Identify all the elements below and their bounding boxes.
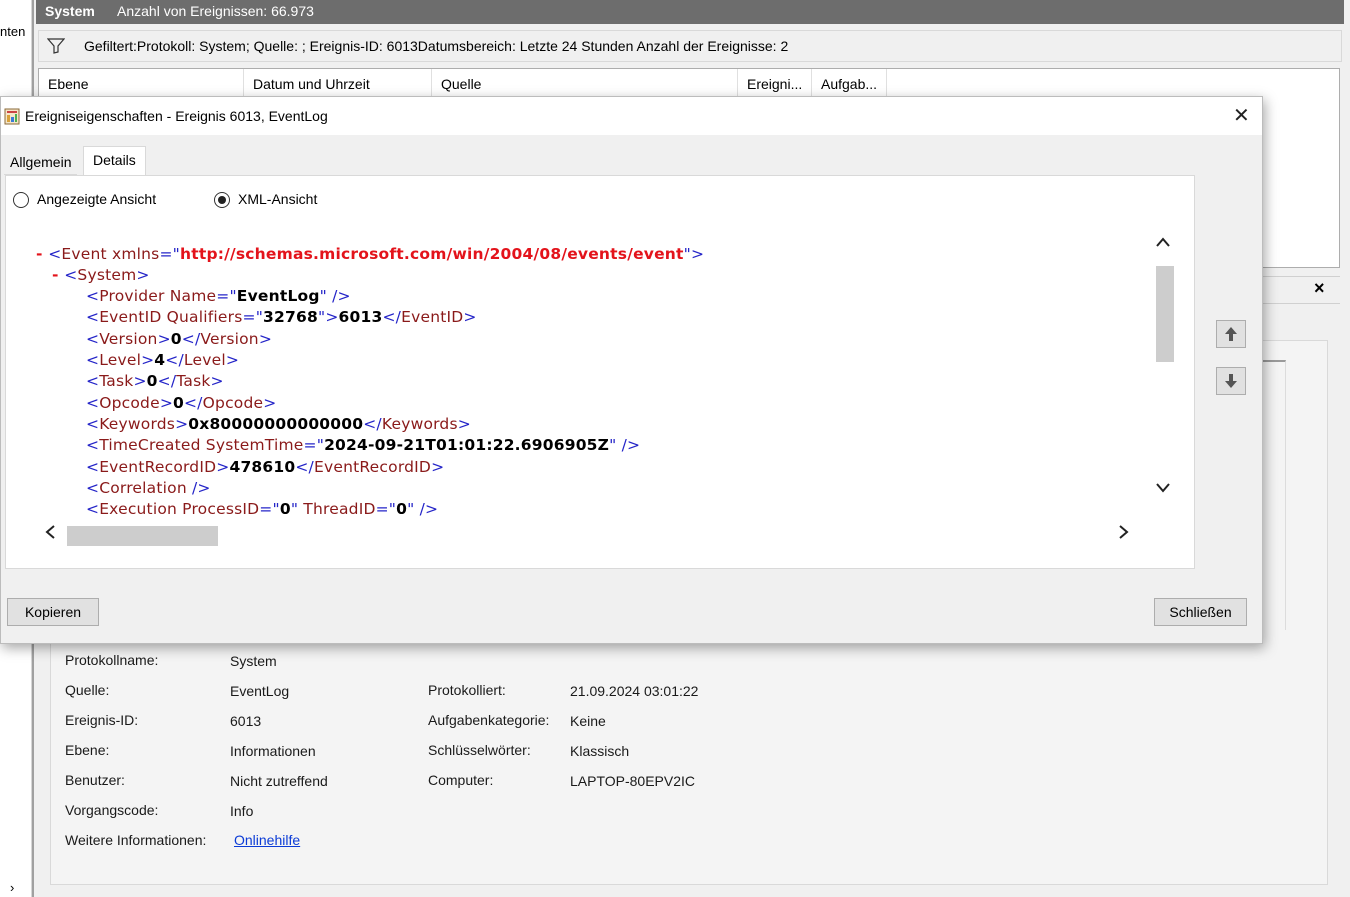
details-tab-panel: Angezeigte Ansicht XML-Ansicht - <Event …	[5, 175, 1195, 569]
online-help-link[interactable]: Onlinehilfe	[234, 832, 300, 848]
column-header-level[interactable]: Ebene	[39, 69, 244, 99]
filter-description: Gefiltert:Protokoll: System; Quelle: ; E…	[84, 38, 789, 54]
xml-line-level: <Level>4</Level>	[86, 351, 240, 369]
tab-general[interactable]: Allgemein	[4, 149, 78, 175]
label-user: Benutzer:	[65, 772, 125, 788]
xml-line-timecreated: <TimeCreated SystemTime="2024-09-21T01:0…	[86, 436, 641, 454]
event-properties-dialog: Ereigniseigenschaften - Ereignis 6013, E…	[0, 96, 1263, 644]
close-icon[interactable]: ✕	[1233, 106, 1250, 126]
column-header-task[interactable]: Aufgab...	[812, 69, 887, 99]
value-keywords: Klassisch	[570, 743, 630, 759]
label-log-name: Protokollname:	[65, 652, 159, 668]
xml-line-keywords: <Keywords>0x80000000000000</Keywords>	[86, 415, 471, 433]
details-description-box	[1262, 360, 1286, 630]
label-opcode: Vorgangscode:	[65, 802, 159, 818]
xml-event-namespace: http://schemas.microsoft.com/win/2004/08…	[179, 245, 684, 263]
label-more-info: Weitere Informationen:	[65, 832, 207, 848]
navigation-item-label[interactable]: nten	[0, 24, 25, 39]
label-keywords: Schlüsselwörter:	[428, 742, 531, 758]
xml-line-opcode: <Opcode>0</Opcode>	[86, 394, 277, 412]
horizontal-scroll-thumb[interactable]	[67, 526, 218, 546]
copy-button[interactable]: Kopieren	[7, 598, 99, 626]
label-logged: Protokolliert:	[428, 682, 506, 698]
log-header-bar: System Anzahl von Ereignissen: 66.973	[36, 0, 1344, 24]
next-event-button[interactable]	[1216, 367, 1246, 395]
value-logged: 21.09.2024 03:01:22	[570, 683, 699, 699]
close-icon[interactable]: ×	[1314, 278, 1325, 299]
label-task-category: Aufgabenkategorie:	[428, 712, 550, 728]
column-header-event-id[interactable]: Ereigni...	[738, 69, 812, 99]
xml-line-task: <Task>0</Task>	[86, 372, 224, 390]
vertical-scroll-thumb[interactable]	[1156, 266, 1174, 362]
xml-line-system: - <System>	[52, 266, 150, 284]
collapse-marker[interactable]: -	[52, 266, 64, 284]
column-header-date[interactable]: Datum und Uhrzeit	[244, 69, 432, 99]
filter-icon	[47, 38, 65, 54]
xml-line-version: <Version>0</Version>	[86, 330, 272, 348]
value-log-name: System	[230, 653, 277, 669]
collapse-marker[interactable]: -	[36, 245, 48, 263]
scroll-up-icon[interactable]	[1155, 236, 1171, 248]
value-source: EventLog	[230, 683, 290, 699]
event-count: Anzahl von Ereignissen: 66.973	[117, 3, 314, 19]
xml-view-radio[interactable]	[214, 192, 230, 208]
value-computer: LAPTOP-80EPV2IC	[570, 773, 696, 789]
tab-details[interactable]: Details	[83, 146, 146, 176]
dialog-title: Ereigniseigenschaften - Ereignis 6013, E…	[25, 108, 328, 124]
log-name: System	[45, 3, 95, 19]
scroll-down-icon[interactable]	[1155, 482, 1171, 494]
column-header-source[interactable]: Quelle	[432, 69, 738, 99]
friendly-view-label[interactable]: Angezeigte Ansicht	[37, 191, 156, 207]
value-level: Informationen	[230, 743, 316, 759]
xml-line-correlation: <Correlation />	[86, 479, 211, 497]
value-task-category: Keine	[570, 713, 606, 729]
label-source: Quelle:	[65, 682, 110, 698]
scroll-right-icon[interactable]	[1118, 524, 1130, 540]
dialog-titlebar[interactable]: Ereigniseigenschaften - Ereignis 6013, E…	[1, 97, 1262, 135]
details-pane-header: ×	[1262, 276, 1340, 304]
value-user: Nicht zutreffend	[230, 773, 328, 789]
event-viewer-icon	[4, 108, 20, 125]
arrow-down-icon	[1225, 374, 1237, 388]
previous-event-button[interactable]	[1216, 320, 1246, 348]
close-button[interactable]: Schließen	[1154, 598, 1247, 626]
expand-chevron-icon[interactable]: ›	[10, 880, 14, 895]
friendly-view-radio[interactable]	[13, 192, 29, 208]
xml-line-event: - <Event xmlns="http://schemas.microsoft…	[36, 245, 705, 263]
xml-view[interactable]: - <Event xmlns="http://schemas.microsoft…	[24, 226, 1154, 526]
xml-line-recordid: <EventRecordID>478610</EventRecordID>	[86, 458, 445, 476]
xml-line-provider: <Provider Name="EventLog" />	[86, 287, 351, 305]
xml-line-execution: <Execution ProcessID="0" ThreadID="0" />	[86, 500, 439, 518]
filter-bar: Gefiltert:Protokoll: System; Quelle: ; E…	[38, 30, 1342, 62]
label-level: Ebene:	[65, 742, 110, 758]
arrow-up-icon	[1225, 327, 1237, 341]
bottom-scrollbar[interactable]	[36, 885, 1340, 897]
label-event-id: Ereignis-ID:	[65, 712, 139, 728]
label-computer: Computer:	[428, 772, 494, 788]
xml-line-eventid: <EventID Qualifiers="32768">6013</EventI…	[86, 308, 477, 326]
value-event-id: 6013	[230, 713, 262, 729]
value-opcode: Info	[230, 803, 254, 819]
scroll-left-icon[interactable]	[44, 524, 56, 540]
xml-view-label[interactable]: XML-Ansicht	[238, 191, 317, 207]
